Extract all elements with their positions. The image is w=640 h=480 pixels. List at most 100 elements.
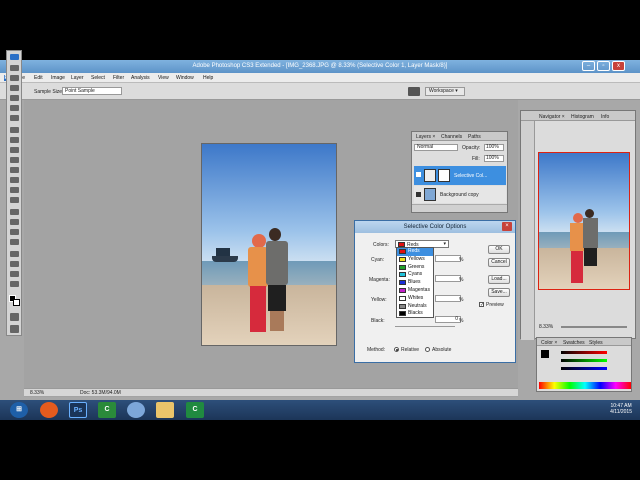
color-option-yellows[interactable]: Yellows — [397, 256, 433, 264]
tab-paths[interactable]: Paths — [468, 134, 481, 140]
menu-help[interactable]: Help — [203, 75, 213, 81]
shape-tool-icon[interactable] — [10, 239, 19, 245]
eyedropper-tool-icon[interactable] — [10, 261, 19, 267]
color-option-greens[interactable]: Greens — [397, 264, 433, 272]
layer-row-selective-color[interactable]: Selective Col... — [414, 166, 506, 185]
ok-button[interactable]: OK — [488, 245, 510, 254]
tab-info[interactable]: Info — [601, 114, 609, 120]
visibility-eye-icon[interactable] — [416, 172, 421, 177]
color-spectrum[interactable] — [539, 382, 631, 389]
color-option-whites[interactable]: Whites — [397, 295, 433, 303]
color-option-blacks[interactable]: Blacks — [397, 310, 433, 318]
eraser-tool-icon[interactable] — [10, 167, 19, 173]
slice-tool-icon[interactable] — [10, 115, 19, 121]
color-option-label: Blacks — [408, 310, 423, 317]
color-option-neutrals[interactable]: Neutrals — [397, 303, 433, 311]
panel-dock-icons[interactable] — [521, 121, 535, 340]
black-slider[interactable] — [395, 326, 455, 327]
marquee-tool-icon[interactable] — [10, 75, 19, 81]
brush-tool-icon[interactable] — [10, 137, 19, 143]
color-option-reds[interactable]: Reds — [397, 248, 433, 256]
bridge-icon[interactable] — [408, 87, 420, 96]
settings-icon[interactable] — [127, 402, 145, 418]
relative-radio[interactable] — [394, 347, 399, 352]
quick-mask-icon[interactable] — [10, 313, 19, 321]
magenta-input[interactable] — [435, 275, 461, 282]
blend-mode-select[interactable]: Normal — [414, 144, 458, 151]
minimize-button[interactable]: – — [582, 61, 595, 71]
hand-tool-icon[interactable] — [10, 271, 19, 277]
tab-color[interactable]: Color × — [541, 340, 557, 346]
layer-mask-thumb[interactable] — [438, 169, 450, 182]
color-option-blues[interactable]: Blues — [397, 279, 433, 287]
menu-filter[interactable]: Filter — [113, 75, 124, 81]
stamp-tool-icon[interactable] — [10, 147, 19, 153]
toolbox — [6, 50, 22, 336]
tab-channels[interactable]: Channels — [441, 134, 462, 140]
system-clock[interactable]: 10:47 AM 4/11/2015 — [610, 403, 632, 415]
green-slider[interactable] — [561, 359, 607, 362]
notes-tool-icon[interactable] — [10, 251, 19, 257]
start-button[interactable]: ⊞ — [10, 402, 28, 418]
black-input[interactable]: 0 — [435, 316, 461, 323]
folder-icon[interactable] — [156, 402, 174, 418]
camtasia-icon[interactable]: C — [98, 402, 116, 418]
tab-layers[interactable]: Layers × — [416, 134, 435, 140]
photoshop-taskbar-icon[interactable]: Ps — [69, 402, 87, 418]
load-button[interactable]: Load... — [488, 275, 510, 284]
recorder-icon[interactable]: C — [186, 402, 204, 418]
tab-swatches[interactable]: Swatches — [563, 340, 585, 346]
crop-tool-icon[interactable] — [10, 105, 19, 111]
red-slider[interactable] — [561, 351, 607, 354]
color-option-cyans[interactable]: Cyans — [397, 271, 433, 279]
cyan-input[interactable] — [435, 255, 461, 262]
sample-size-select[interactable]: Point Sample — [62, 87, 122, 95]
menu-analysis[interactable]: Analysis — [131, 75, 150, 81]
screen-mode-icon[interactable] — [10, 325, 19, 333]
absolute-radio[interactable] — [425, 347, 430, 352]
menu-view[interactable]: View — [158, 75, 169, 81]
menu-window[interactable]: Window — [176, 75, 194, 81]
visibility-eye-icon[interactable] — [416, 192, 421, 197]
navigator-thumbnail[interactable] — [538, 152, 630, 290]
tab-navigator[interactable]: Navigator × — [539, 114, 565, 120]
menu-select[interactable]: Select — [91, 75, 105, 81]
firefox-icon[interactable] — [40, 402, 58, 418]
pen-tool-icon[interactable] — [10, 209, 19, 215]
history-brush-icon[interactable] — [10, 157, 19, 163]
dodge-tool-icon[interactable] — [10, 197, 19, 203]
background-color-swatch[interactable] — [13, 299, 20, 306]
menu-edit[interactable]: Edit — [34, 75, 43, 81]
workspace-button[interactable]: Workspace ▾ — [425, 87, 465, 96]
preview-checkbox[interactable]: ✓ — [479, 302, 484, 308]
wand-tool-icon[interactable] — [10, 95, 19, 101]
gradient-tool-icon[interactable] — [10, 177, 19, 183]
layer-row-background-copy[interactable]: Background copy — [414, 186, 506, 203]
fill-input[interactable]: 100% — [484, 155, 504, 162]
color-option-magentas[interactable]: Magentas — [397, 287, 433, 295]
cancel-button[interactable]: Cancel — [488, 258, 510, 267]
restore-button[interactable]: ▫ — [597, 61, 610, 71]
fg-color-chip[interactable] — [541, 350, 549, 358]
tab-styles[interactable]: Styles — [589, 340, 603, 346]
opacity-input[interactable]: 100% — [484, 144, 504, 151]
lasso-tool-icon[interactable] — [10, 85, 19, 91]
move-tool-icon[interactable] — [10, 65, 19, 71]
menu-layer[interactable]: Layer — [71, 75, 84, 81]
type-tool-icon[interactable] — [10, 219, 19, 225]
healing-tool-icon[interactable] — [10, 127, 19, 133]
colors-dropdown-list[interactable]: Reds Yellows Greens Cyans Blues Magentas White… — [396, 247, 434, 318]
zoom-tool-icon[interactable] — [10, 281, 19, 287]
path-select-icon[interactable] — [10, 229, 19, 235]
close-button[interactable]: x — [612, 61, 625, 71]
document-canvas[interactable] — [201, 143, 337, 346]
tab-histogram[interactable]: Histogram — [571, 114, 594, 120]
zoom-slider[interactable] — [561, 326, 627, 328]
menu-image[interactable]: Image — [51, 75, 65, 81]
yellow-input[interactable] — [435, 295, 461, 302]
save-button[interactable]: Save... — [488, 288, 510, 297]
dialog-close-button[interactable]: × — [502, 222, 512, 231]
blur-tool-icon[interactable] — [10, 187, 19, 193]
navigator-zoom[interactable]: 8.33% — [539, 324, 553, 330]
blue-slider[interactable] — [561, 367, 607, 370]
